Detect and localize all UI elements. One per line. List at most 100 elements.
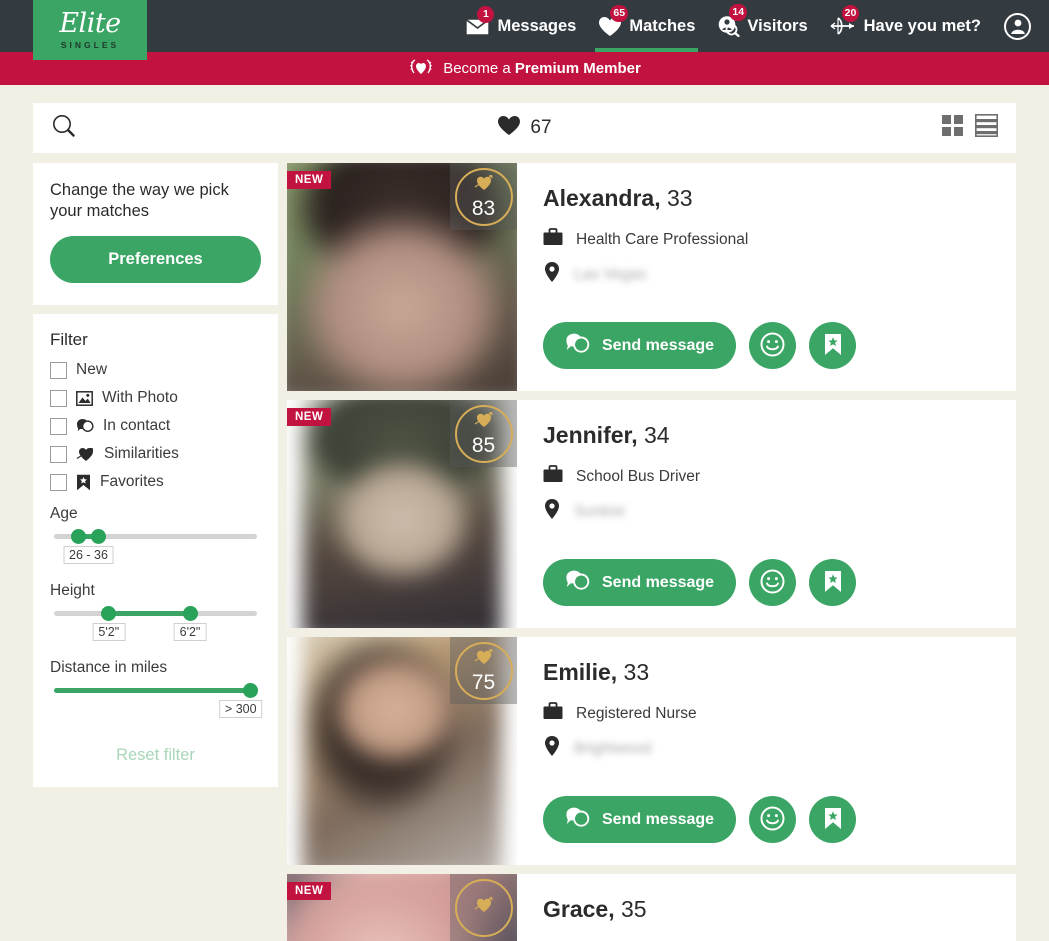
favorite-bookmark-button[interactable] <box>809 559 857 606</box>
slider-bubbles-height: 5'2" 6'2" <box>54 623 257 645</box>
slider-value-age: 26 - 36 <box>63 546 114 565</box>
smiley-icon <box>760 332 785 360</box>
slider-track-height[interactable] <box>54 606 257 622</box>
send-message-button[interactable]: Send message <box>543 559 737 606</box>
briefcase-icon <box>543 228 563 251</box>
checkbox-favorites[interactable] <box>50 473 67 491</box>
match-photo[interactable]: NEW 83 <box>287 163 517 391</box>
checkbox-in-contact[interactable] <box>50 417 67 435</box>
brand-logo[interactable]: Elite SINGLES <box>33 0 147 60</box>
filter-checkbox-with-photo[interactable]: With Photo <box>50 389 261 407</box>
bow-arrow-icon: 20 <box>830 5 860 36</box>
slider-knob-age-min[interactable] <box>70 529 86 545</box>
match-location-row: Brightwood <box>543 735 990 762</box>
match-score-value: 85 <box>471 434 496 457</box>
slider-track-age[interactable] <box>54 529 257 545</box>
match-score-ring <box>454 878 513 937</box>
nav-item-have-you-met-label: Have you met? <box>863 16 981 35</box>
match-age: 33 <box>667 185 693 211</box>
nav-item-matches[interactable]: 65 Matches <box>587 0 706 52</box>
slider-value-height-min: 5'2" <box>92 623 126 642</box>
bookmark-star-icon <box>823 333 843 359</box>
match-card[interactable]: 75 Emilie, 33 Registered Nurse Brightwoo… <box>287 637 1016 865</box>
send-message-button[interactable]: Send message <box>543 322 737 369</box>
match-score-ring: 83 <box>454 167 513 226</box>
checkbox-similarities[interactable] <box>50 445 67 463</box>
send-message-button[interactable]: Send message <box>543 796 737 843</box>
favorite-bookmark-button[interactable] <box>809 322 857 369</box>
premium-banner[interactable]: Become a Premium Member <box>0 52 1049 85</box>
filter-panel-title: Filter <box>50 330 88 350</box>
match-job-row: School Bus Driver <box>543 465 990 488</box>
location-pin-icon <box>543 735 561 762</box>
slider-label-height: Height <box>50 582 95 600</box>
match-info: Alexandra, 33 Health Care Professional L… <box>517 163 1016 391</box>
slider-label-age: Age <box>50 505 78 523</box>
nav-item-have-you-met[interactable]: 20 Have you met? <box>819 0 992 52</box>
premium-banner-text: Become a Premium Member <box>443 60 641 77</box>
filter-label-new: New <box>76 361 108 379</box>
preferences-button[interactable]: Preferences <box>50 236 261 284</box>
match-card[interactable]: NEW 83 Alexandra, 33 Health Care Profess… <box>287 163 1016 391</box>
smile-button[interactable] <box>749 559 797 606</box>
bookmark-star-icon <box>823 570 843 596</box>
checkbox-new[interactable] <box>50 361 67 379</box>
search-icon[interactable] <box>51 113 76 143</box>
slider-label-distance: Distance in miles <box>50 659 168 677</box>
send-message-label: Send message <box>602 573 715 591</box>
slider-value-distance: > 300 <box>218 700 263 719</box>
match-card[interactable]: NEW Grace, 35 <box>287 874 1016 941</box>
match-name: Grace, 35 <box>543 896 647 922</box>
brand-logo-subtitle: SINGLES <box>60 40 120 50</box>
filter-slider-age: Age 26 - 36 <box>50 505 261 568</box>
match-score-value: 83 <box>471 197 496 220</box>
match-actions: Send message <box>543 322 990 369</box>
slider-knob-height-min[interactable] <box>101 606 117 622</box>
grid-view-icon[interactable] <box>942 115 963 141</box>
filter-slider-distance: Distance in miles > 300 <box>50 659 263 722</box>
match-name-text: Alexandra <box>543 185 655 211</box>
heart-icon <box>497 115 521 141</box>
smile-button[interactable] <box>749 796 797 843</box>
checkbox-with-photo[interactable] <box>50 389 67 407</box>
heart-arrow-icon <box>473 411 494 433</box>
slider-knob-distance[interactable] <box>243 683 259 699</box>
nav-item-visitors[interactable]: 14 Visitors <box>706 0 818 52</box>
heart-arrow-icon <box>473 648 494 670</box>
match-age: 34 <box>644 422 670 448</box>
filter-checkbox-similarities[interactable]: Similarities <box>50 445 261 463</box>
filter-label-with-photo: With Photo <box>102 389 178 407</box>
match-info: Emilie, 33 Registered Nurse Brightwood S… <box>517 637 1016 865</box>
match-job-row: Registered Nurse <box>543 702 990 725</box>
match-card[interactable]: NEW 85 Jennifer, 34 School Bus Driver Su… <box>287 400 1016 628</box>
filter-checkbox-favorites[interactable]: Favorites <box>50 473 261 491</box>
filter-checkbox-new[interactable]: New <box>50 361 261 379</box>
slider-knob-height-max[interactable] <box>182 606 198 622</box>
messages-badge: 1 <box>477 5 495 23</box>
list-view-icon[interactable] <box>975 114 998 142</box>
match-score-value: 75 <box>471 671 496 694</box>
nav-item-messages[interactable]: 1 Messages <box>454 0 587 52</box>
nav-items: 1 Messages 65 Matches 14 Visitors 20 Hav… <box>454 0 1049 52</box>
matches-badge: 65 <box>610 4 629 22</box>
reset-filter-link[interactable]: Reset filter <box>50 746 261 765</box>
match-job: School Bus Driver <box>576 467 701 485</box>
filter-slider-height: Height 5'2" 6'2" <box>50 582 261 645</box>
match-info: Jennifer, 34 School Bus Driver Sunkist S… <box>517 400 1016 628</box>
premium-banner-emphasis: Premium Member <box>514 60 641 77</box>
slider-track-distance[interactable] <box>54 683 259 699</box>
account-avatar-icon[interactable] <box>1004 12 1031 40</box>
slider-knob-age-max[interactable] <box>91 529 107 545</box>
location-pin-icon <box>543 261 561 288</box>
filter-checkbox-in-contact[interactable]: In contact <box>50 417 261 435</box>
favorites-counter: 67 <box>33 115 1016 141</box>
brand-logo-name: Elite <box>59 8 121 39</box>
match-photo[interactable]: NEW 85 <box>287 400 517 628</box>
favorite-bookmark-button[interactable] <box>809 796 857 843</box>
smile-button[interactable] <box>749 322 797 369</box>
match-photo[interactable]: NEW <box>287 874 517 941</box>
have-you-met-badge: 20 <box>841 5 860 22</box>
filter-label-similarities: Similarities <box>104 445 179 463</box>
smiley-icon <box>760 569 785 597</box>
match-photo[interactable]: 75 <box>287 637 517 865</box>
